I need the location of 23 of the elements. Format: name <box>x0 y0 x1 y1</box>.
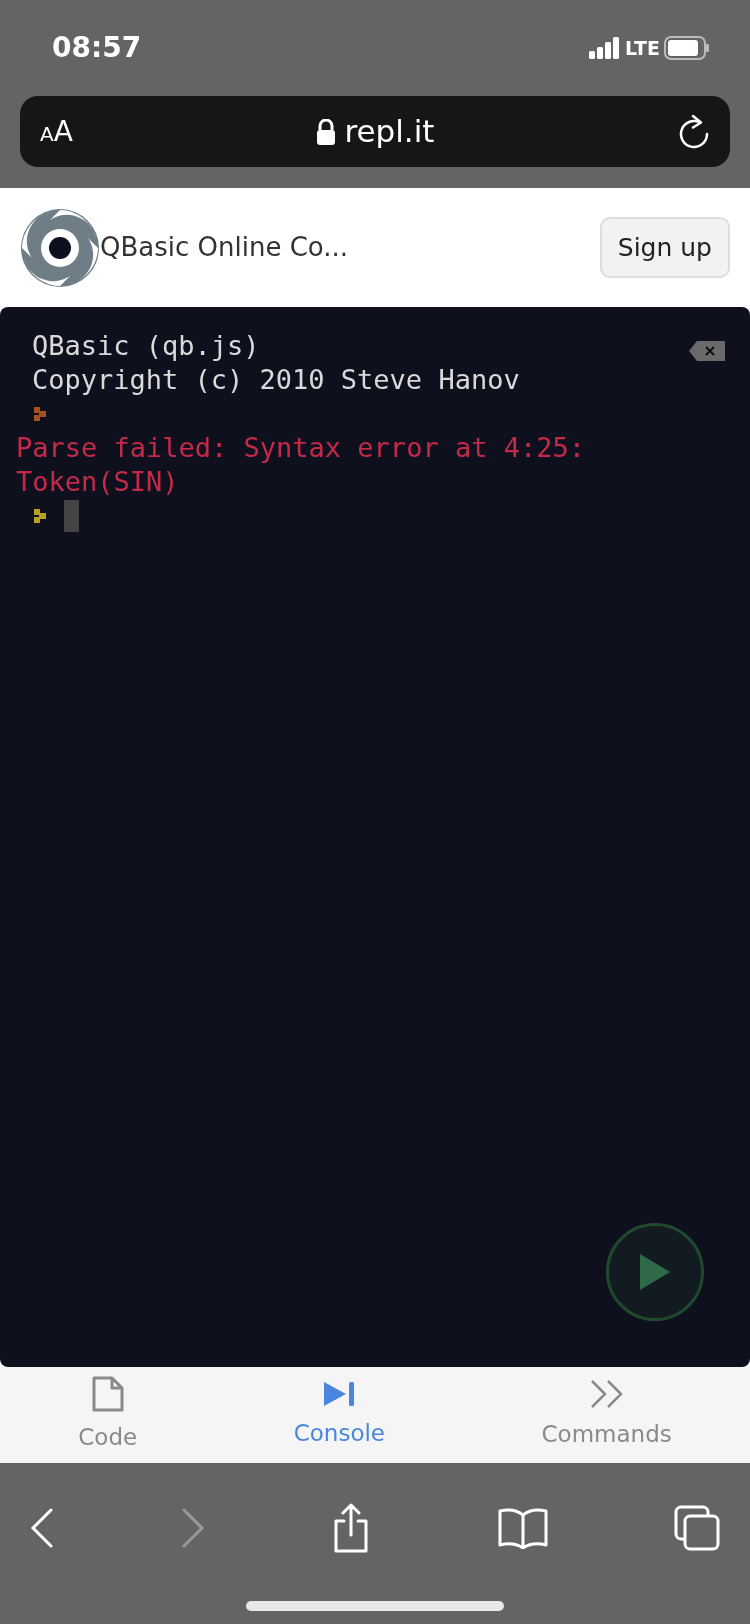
logo-icon <box>20 207 100 288</box>
lock-icon <box>316 118 337 145</box>
step-forward-icon <box>322 1379 357 1408</box>
clock: 08:57 <box>52 30 142 66</box>
battery-icon <box>664 36 710 60</box>
signal-icon <box>589 37 622 59</box>
error-message: Parse failed: Syntax error at 4:25: Token(SIN) <box>16 431 586 499</box>
url-text[interactable]: repl.it <box>344 108 435 155</box>
reload-icon[interactable] <box>678 114 710 149</box>
console-text: Copyright (c) 2010 Steve Hanov <box>31 363 520 397</box>
bookmarks-icon[interactable] <box>497 1507 548 1549</box>
tabs-icon[interactable] <box>674 1505 720 1551</box>
text-size-button[interactable]: AA <box>40 110 73 153</box>
document-icon <box>91 1375 124 1412</box>
network-label: LTE <box>625 35 660 61</box>
text-cursor <box>64 500 79 532</box>
clear-icon[interactable] <box>689 341 725 361</box>
play-icon <box>638 1252 672 1292</box>
double-chevron-icon <box>589 1378 624 1409</box>
sign-up-button[interactable]: Sign up <box>599 216 730 279</box>
console-text: QBasic (qb.js) <box>31 329 260 363</box>
page-title: QBasic Online Co... <box>100 231 349 264</box>
back-icon[interactable] <box>30 1508 54 1548</box>
